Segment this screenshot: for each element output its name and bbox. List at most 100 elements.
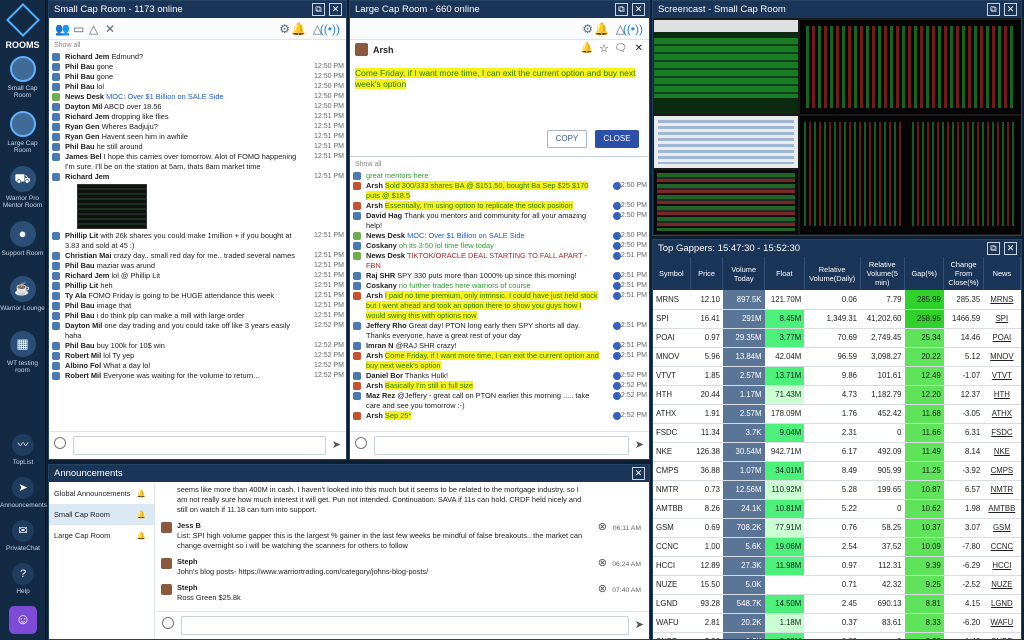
message-user[interactable]: James Bel — [65, 152, 102, 161]
table-cell[interactable]: CCNC — [983, 537, 1021, 557]
emoji-icon[interactable] — [162, 617, 174, 629]
tab-small-cap-room[interactable]: Small Cap Room 🔔 — [49, 504, 154, 525]
table-row[interactable]: LGND 93.28 548.7K 14.50M 2.45 690.13 8.81 4.15 L… — [653, 594, 1021, 614]
table-cell[interactable]: HTH — [983, 385, 1021, 405]
send-icon[interactable]: ➤ — [635, 438, 644, 451]
message-user[interactable]: Coskany — [366, 241, 397, 250]
popout-icon[interactable]: ⧉ — [312, 3, 325, 16]
column-header[interactable]: Float — [764, 257, 805, 290]
table-row[interactable]: SNBP2.866.6K8.09M0.0908.331.42SNBP — [653, 632, 1021, 639]
table-cell[interactable]: WAFU — [983, 613, 1021, 633]
message-user[interactable]: Coskany — [366, 281, 397, 290]
column-header[interactable]: Relative Volume(Daily) — [804, 257, 861, 290]
nav-room-lounge[interactable]: ☕ Warrior Lounge — [0, 276, 45, 331]
popout-icon[interactable]: ⧉ — [615, 3, 628, 16]
dismiss-icon[interactable]: ⊗ — [598, 558, 607, 569]
table-row[interactable]: MNOV 5.96 13.84M 42.04M 96.59 3,098.27 20.22 5.… — [653, 347, 1021, 367]
nav-toplist[interactable]: 〰 TopList — [0, 434, 46, 477]
table-cell[interactable]: NUZE — [983, 575, 1021, 595]
nav-room-support[interactable]: ● Support Room — [0, 221, 45, 276]
table-cell[interactable]: VTVT — [983, 366, 1021, 386]
chat-icon[interactable]: ▭ — [73, 22, 84, 36]
table-row[interactable]: HCCI 12.89 27.3K 11.98M 0.97 112.31 9.39 -6.29 H… — [653, 556, 1021, 576]
column-header[interactable]: Price — [690, 257, 724, 290]
close-icon[interactable]: ✕ — [1004, 3, 1017, 16]
table-cell[interactable]: HCCI — [983, 556, 1021, 576]
message-user[interactable]: Arsh — [366, 381, 383, 390]
emoji-icon[interactable] — [54, 437, 66, 449]
message-user[interactable]: Jeffery Rho — [366, 321, 407, 330]
table-row[interactable]: NMTR 0.73 12.56M 110.92M 5.28 199.65 10.87 6.57… — [653, 480, 1021, 500]
table-cell[interactable]: POAI — [983, 328, 1021, 348]
users-icon[interactable]: 👥 — [55, 22, 70, 36]
table-row[interactable]: HTH 20.44 1.17M 71.43M 4.73 1,182.79 12.20 12.3… — [653, 385, 1021, 405]
table-cell[interactable]: NKE — [983, 442, 1021, 462]
message-user[interactable]: Christian Mai — [65, 251, 111, 260]
message-input[interactable] — [374, 436, 629, 455]
nav-room-testing[interactable]: ▦ WT testing room — [0, 331, 45, 386]
reply-icon[interactable]: 🗨 — [614, 43, 627, 54]
table-row[interactable]: ATHX 1.91 2.57M 178.09M 1.76 452.42 11.68 -3.05… — [653, 404, 1021, 424]
popout-icon[interactable]: ⧉ — [987, 242, 1000, 255]
table-row[interactable]: WAFU 2.81 20.2K 1.18M 0.37 83.61 8.33 -6.20 WAFU — [653, 613, 1021, 633]
message-user[interactable]: Robert Mil — [65, 351, 101, 360]
message-user[interactable]: Phil Bau — [65, 341, 95, 350]
broadcast-icon[interactable]: ((•)) — [320, 22, 340, 36]
table-cell[interactable]: LGND — [983, 594, 1021, 614]
message-user[interactable]: Phil Bau — [65, 82, 95, 91]
table-row[interactable]: CCNC 1.00 5.6K 19.06M 2.54 37.52 10.09 -7.80 CCN… — [653, 537, 1021, 557]
message-user[interactable]: News Desk — [366, 231, 405, 240]
message-user[interactable]: Ryan Gen — [65, 122, 100, 131]
message-user[interactable]: Imran N — [366, 341, 394, 350]
table-row[interactable]: MRNS 12.10 897.5K 121.70M 0.06 7.79 285.99 285.… — [653, 290, 1021, 310]
notification-icon[interactable]: 🔔 — [291, 22, 306, 36]
nav-help[interactable]: ? Help — [0, 563, 46, 606]
dismiss-icon[interactable]: ⊗ — [598, 522, 607, 533]
popout-icon[interactable]: ⧉ — [987, 3, 1000, 16]
table-row[interactable]: SPI 16.41 291M 8.45M 1,349.31 41,202.60 258.95… — [653, 309, 1021, 329]
message-input[interactable] — [73, 436, 326, 455]
settings-icon[interactable]: ⚙ — [279, 22, 290, 36]
nav-room-large-cap[interactable]: Large Cap Room — [0, 111, 45, 166]
column-header[interactable]: News — [983, 257, 1021, 290]
close-filter-icon[interactable]: ✕ — [105, 22, 115, 36]
close-icon[interactable]: ✕ — [635, 43, 643, 54]
message-user[interactable]: Richard Jem — [65, 271, 109, 280]
column-header[interactable]: Gap(%) — [904, 257, 945, 290]
close-icon[interactable]: ✕ — [632, 467, 645, 480]
message-user[interactable]: Robert Mil — [65, 371, 101, 380]
table-cell[interactable]: FSDC — [983, 423, 1021, 443]
message-user[interactable]: Phil Bau — [65, 261, 95, 270]
message-user[interactable]: Richard Jem — [65, 172, 109, 181]
alert-icon[interactable]: △ — [89, 22, 98, 36]
tab-global-announcements[interactable]: Global Announcements 🔔 — [49, 483, 154, 504]
table-row[interactable]: CMPS 36.88 1.07M 34.01M 8.49 905.99 11.25 -3.92… — [653, 461, 1021, 481]
message-user[interactable]: Arsh — [366, 201, 383, 210]
message-user[interactable]: Daniel Bor — [366, 371, 403, 380]
copy-button[interactable]: COPY — [547, 130, 587, 148]
message-user[interactable]: Arsh — [366, 411, 383, 420]
table-cell[interactable]: GSM — [983, 518, 1021, 538]
table-cell[interactable]: CMPS — [983, 461, 1021, 481]
message-user[interactable]: Phil Bau — [65, 62, 95, 71]
message-user[interactable]: News Desk — [65, 92, 104, 101]
close-icon[interactable]: ✕ — [1004, 242, 1017, 255]
close-icon[interactable]: ✕ — [329, 3, 342, 16]
table-row[interactable]: AMTBB 8.26 24.1K 10.81M 5.22 0 10.62 1.98 AMTBB — [653, 499, 1021, 519]
star-icon[interactable]: ☆ — [599, 42, 609, 55]
message-user[interactable]: Ty Ala — [65, 291, 86, 300]
send-icon[interactable]: ➤ — [332, 438, 341, 451]
emoji-icon[interactable] — [355, 437, 367, 449]
settings-icon[interactable]: ⚙ — [582, 22, 593, 36]
table-row[interactable]: FSDC 11.34 3.7K 9.04M 2.31 0 11.66 6.31 FSDC — [653, 423, 1021, 443]
close-button[interactable]: CLOSE — [595, 130, 639, 148]
message-user[interactable]: Phil Bau — [65, 142, 95, 151]
bell-icon[interactable]: 🔔 — [581, 43, 593, 54]
column-header[interactable]: Change From Close(%) — [943, 257, 984, 290]
announcement-input[interactable] — [181, 616, 629, 635]
tab-large-cap-room[interactable]: Large Cap Room 🔔 — [49, 525, 154, 546]
table-cell[interactable]: SNBP — [983, 632, 1021, 639]
table-row[interactable]: GSM 0.69 708.2K 77.91M 0.76 58.25 10.37 3.07 GSM — [653, 518, 1021, 538]
table-row[interactable]: POAI 0.97 29.35M 3.77M 70.69 2,749.45 25.34 14.… — [653, 328, 1021, 348]
send-icon[interactable]: ➤ — [635, 618, 644, 631]
